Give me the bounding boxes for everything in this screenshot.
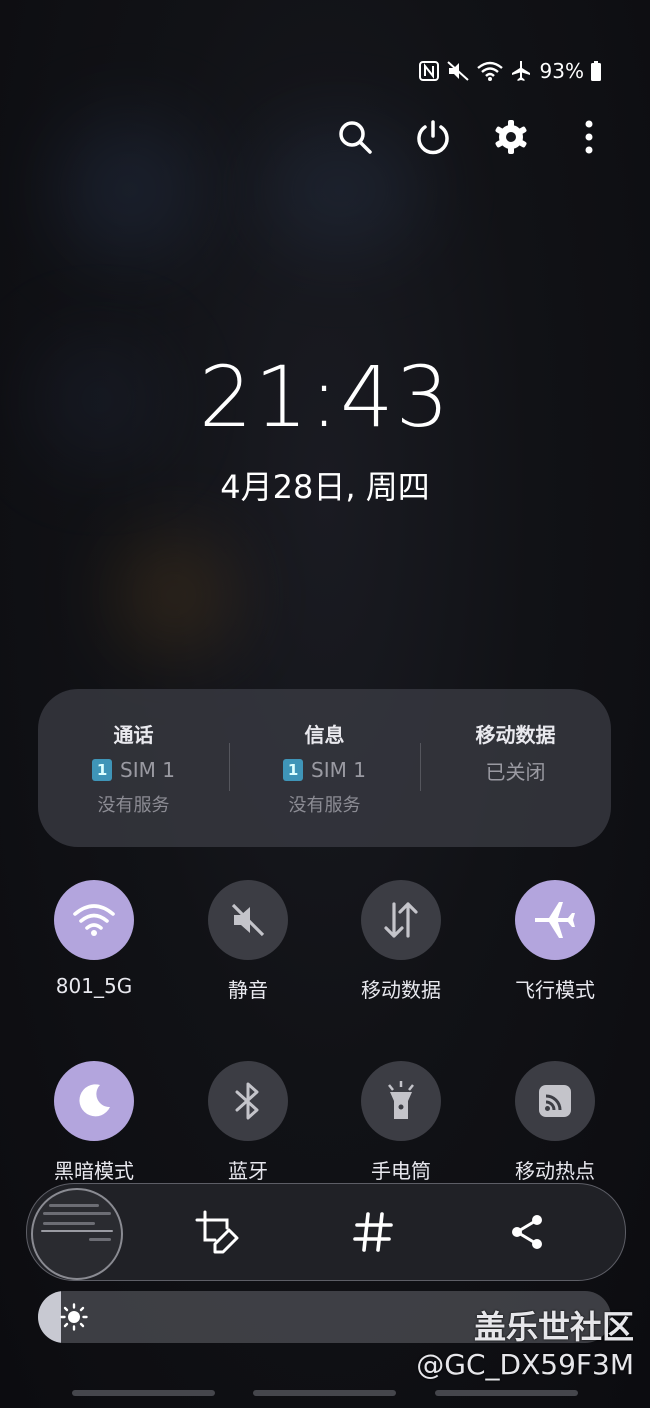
sim-badge: 1 xyxy=(92,759,113,781)
gear-icon xyxy=(495,120,527,154)
tile-label: 蓝牙 xyxy=(228,1159,268,1183)
tile-bluetooth[interactable]: 蓝牙 xyxy=(183,1061,313,1184)
tile-dark-mode[interactable]: 黑暗模式 xyxy=(29,1061,159,1184)
tile-dark-mode-button[interactable] xyxy=(54,1061,134,1141)
sim-message[interactable]: 信息 1 SIM 1 没有服务 xyxy=(229,689,420,847)
wifi-icon xyxy=(476,61,503,81)
brightness-fill xyxy=(38,1291,61,1343)
more-icon xyxy=(585,120,593,154)
data-arrows-icon xyxy=(384,902,418,938)
nav-button-home[interactable] xyxy=(253,1390,396,1396)
quick-panel-actions xyxy=(334,112,610,162)
sim-call-line: 1 SIM 1 xyxy=(92,757,175,783)
sim-mobile-data[interactable]: 移动数据 已关闭 xyxy=(420,689,611,847)
tile-airplane-button[interactable] xyxy=(515,880,595,960)
nfc-icon xyxy=(418,61,439,81)
airplane-icon xyxy=(535,902,575,938)
background-blur xyxy=(60,120,200,260)
tile-mobile-data[interactable]: 移动数据 xyxy=(336,880,466,1003)
airplane-icon xyxy=(511,61,530,81)
sim-message-sim: SIM 1 xyxy=(311,758,366,782)
sim-message-status: 没有服务 xyxy=(288,795,361,816)
share-button[interactable] xyxy=(503,1208,551,1256)
hashtag-button[interactable] xyxy=(349,1208,397,1256)
screenshot-thumbnail[interactable] xyxy=(31,1188,123,1280)
tile-mute-button[interactable] xyxy=(208,880,288,960)
screenshot-toolbar xyxy=(26,1183,626,1281)
thumbnail-line xyxy=(41,1230,113,1232)
tile-label: 801_5G xyxy=(55,974,133,998)
clock-date: 4月28日, 周四 xyxy=(220,468,430,506)
thumbnail-line xyxy=(89,1238,111,1241)
more-options-button[interactable] xyxy=(568,112,610,162)
crop-edit-icon xyxy=(195,1210,239,1254)
moon-icon xyxy=(79,1084,110,1117)
battery-percentage: 93% xyxy=(539,59,584,83)
tile-bluetooth-button[interactable] xyxy=(208,1061,288,1141)
search-button[interactable] xyxy=(334,112,376,162)
flashlight-icon xyxy=(388,1081,414,1119)
tile-label: 黑暗模式 xyxy=(54,1159,134,1183)
tile-wifi-button[interactable] xyxy=(54,880,134,960)
sun-icon xyxy=(60,1303,88,1331)
tile-label: 移动数据 xyxy=(361,978,441,1002)
sim-data-title: 移动数据 xyxy=(475,723,556,747)
thumbnail-line xyxy=(43,1212,111,1215)
tile-label: 手电筒 xyxy=(371,1159,431,1183)
thumbnail-line xyxy=(43,1222,95,1225)
sim-status-panel: 通话 1 SIM 1 没有服务 信息 1 SIM 1 没有服务 移动数据 已关闭 xyxy=(38,689,611,847)
tile-hotspot[interactable]: 移动热点 xyxy=(490,1061,620,1184)
tile-label: 飞行模式 xyxy=(515,978,595,1002)
settings-button[interactable] xyxy=(490,112,532,162)
tile-airplane-mode[interactable]: 飞行模式 xyxy=(490,880,620,1003)
power-button[interactable] xyxy=(412,112,454,162)
hotspot-icon xyxy=(539,1085,571,1117)
sim-message-title: 信息 xyxy=(304,723,345,747)
background-blur xyxy=(120,540,230,650)
mute-icon xyxy=(231,903,265,937)
share-icon xyxy=(512,1215,542,1249)
nav-button-back[interactable] xyxy=(435,1390,578,1396)
sim-data-line: 已关闭 xyxy=(485,757,546,784)
watermark-user: @GC_DX59F3M xyxy=(416,1348,634,1381)
hashtag-icon xyxy=(353,1212,393,1252)
sim-badge: 1 xyxy=(283,759,304,781)
sim-call[interactable]: 通话 1 SIM 1 没有服务 xyxy=(38,689,229,847)
bluetooth-icon xyxy=(235,1082,259,1120)
tile-mobile-data-button[interactable] xyxy=(361,880,441,960)
thumbnail-line xyxy=(49,1204,99,1207)
tile-flashlight-button[interactable] xyxy=(361,1061,441,1141)
wifi-icon xyxy=(73,904,115,936)
tile-wifi[interactable]: 801_5G xyxy=(29,880,159,998)
sim-message-line: 1 SIM 1 xyxy=(283,757,366,783)
clock-time: 21:43 xyxy=(198,348,452,446)
tile-hotspot-button[interactable] xyxy=(515,1061,595,1141)
sim-call-status: 没有服务 xyxy=(97,795,170,816)
tile-mute[interactable]: 静音 xyxy=(183,880,313,1003)
crop-edit-button[interactable] xyxy=(193,1208,241,1256)
search-icon xyxy=(339,121,372,154)
tile-label: 静音 xyxy=(228,978,268,1002)
sim-call-title: 通话 xyxy=(113,723,154,747)
sim-data-status: 已关闭 xyxy=(485,759,546,784)
nav-button-recents[interactable] xyxy=(72,1390,215,1396)
sim-call-sim: SIM 1 xyxy=(120,758,175,782)
tile-label: 移动热点 xyxy=(515,1159,595,1183)
power-icon xyxy=(417,120,449,155)
tile-flashlight[interactable]: 手电筒 xyxy=(336,1061,466,1184)
status-bar: 93% xyxy=(418,56,602,86)
mute-icon xyxy=(446,61,469,81)
watermark-title: 盖乐世社区 xyxy=(473,1308,634,1346)
battery-icon xyxy=(591,61,601,81)
